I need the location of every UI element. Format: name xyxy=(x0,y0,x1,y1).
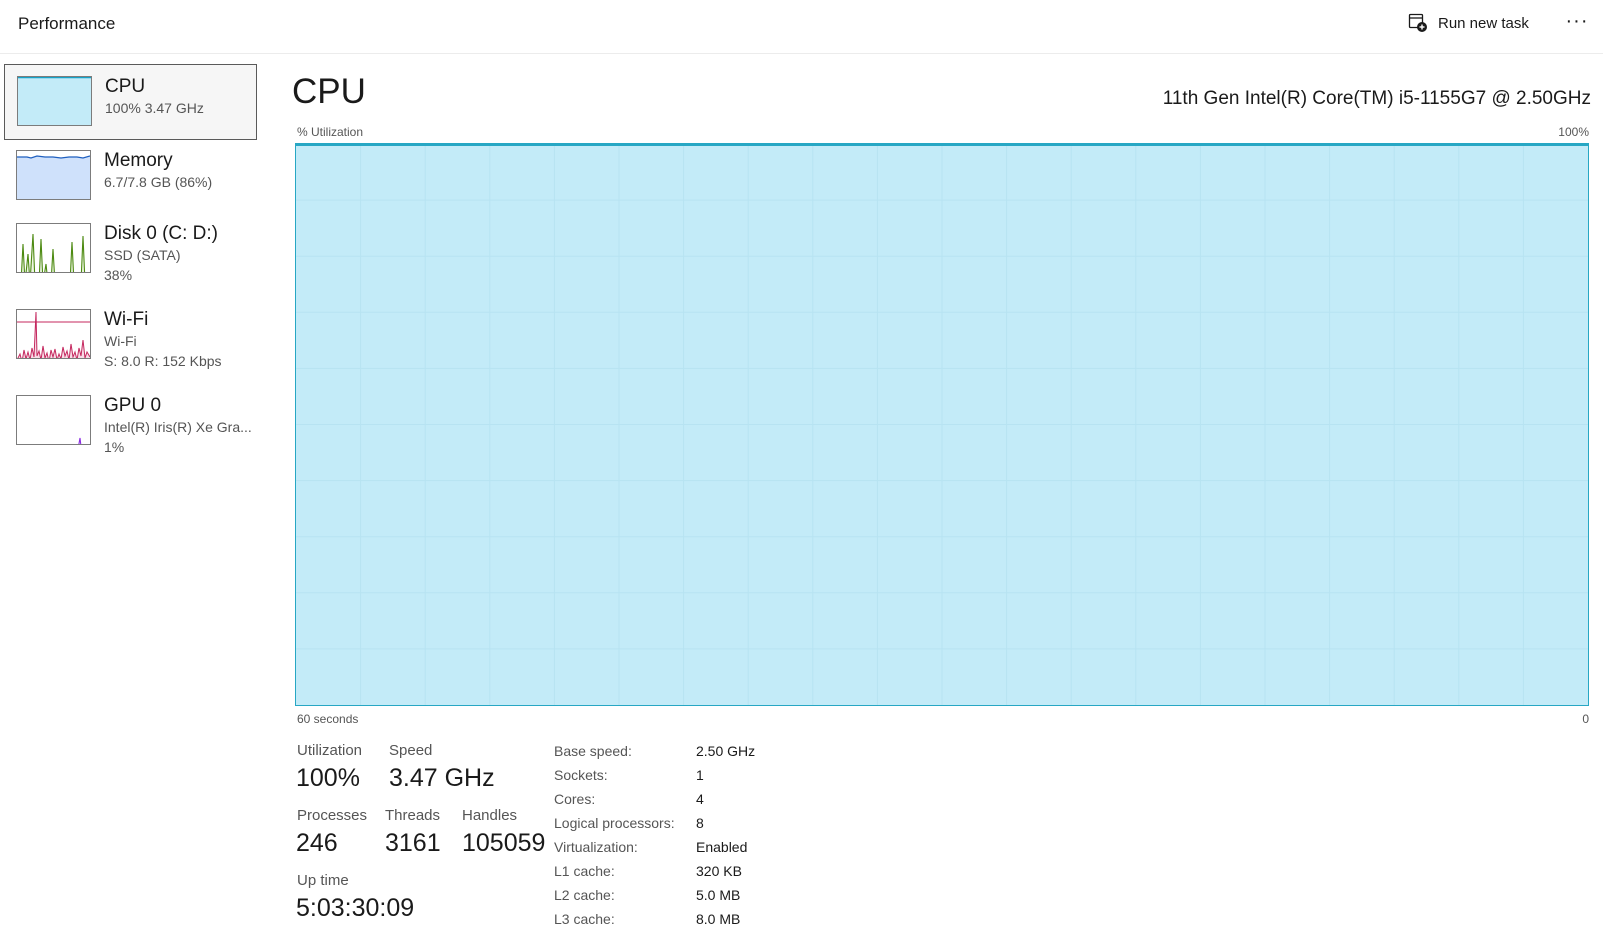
sidebar-item-detail: Intel(R) Iris(R) Xe Gra... xyxy=(104,419,252,435)
sidebar-item-wifi[interactable]: Wi-Fi Wi-Fi S: 8.0 R: 152 Kbps xyxy=(4,298,257,374)
sidebar-item-detail: SSD (SATA) xyxy=(104,247,181,263)
sidebar-item-detail-2: 1% xyxy=(104,439,125,455)
sidebar-item-memory[interactable]: Memory 6.7/7.8 GB (86%) xyxy=(4,139,257,215)
sidebar-item-detail: Wi-Fi xyxy=(104,333,137,349)
processes-label: Processes xyxy=(297,807,368,824)
gpu-thumbnail-line xyxy=(78,437,82,444)
sidebar-item-name: CPU xyxy=(105,76,146,97)
spec-key: L1 cache: xyxy=(554,863,615,879)
memory-thumbnail-fill xyxy=(17,156,90,199)
sidebar-item-name: Memory xyxy=(104,150,173,171)
graph-y-max-label: 100% xyxy=(1558,125,1589,139)
utilization-area xyxy=(296,144,1588,705)
cpu-thumbnail-fill xyxy=(18,77,91,125)
sidebar-item-cpu[interactable]: CPU 100% 3.47 GHz xyxy=(4,64,257,140)
sidebar-item-gpu[interactable]: GPU 0 Intel(R) Iris(R) Xe Gra... 1% xyxy=(4,384,257,460)
cpu-utilization-graph xyxy=(295,143,1589,706)
graph-x-right-label: 0 xyxy=(1582,712,1589,726)
sidebar-item-name: GPU 0 xyxy=(104,395,162,416)
spec-value: 1 xyxy=(696,767,704,783)
uptime-value: 5:03:30:09 xyxy=(296,894,415,922)
sidebar-item-detail: 6.7/7.8 GB (86%) xyxy=(104,174,213,190)
spec-value: 8.0 MB xyxy=(696,911,741,927)
spec-value: Enabled xyxy=(696,839,748,855)
memory-thumbnail-graph xyxy=(16,150,91,200)
more-options-button[interactable]: ··· xyxy=(1560,8,1594,38)
spec-key: Sockets: xyxy=(554,767,608,783)
spec-key: L3 cache: xyxy=(554,911,615,927)
spec-key: L2 cache: xyxy=(554,887,615,903)
sidebar-item-detail: 100% 3.47 GHz xyxy=(105,100,204,116)
spec-value: 5.0 MB xyxy=(696,887,741,903)
handles-label: Handles xyxy=(462,807,518,824)
graph-x-left-label: 60 seconds xyxy=(297,712,359,726)
speed-label: Speed xyxy=(389,742,433,759)
handles-value: 105059 xyxy=(462,829,546,857)
uptime-label: Up time xyxy=(297,872,349,889)
utilization-value: 100% xyxy=(296,764,360,792)
spec-value: 8 xyxy=(696,815,704,831)
speed-value: 3.47 GHz xyxy=(389,764,495,792)
sidebar-item-detail-2: 38% xyxy=(104,267,133,283)
page-title: Performance xyxy=(18,14,116,33)
threads-label: Threads xyxy=(385,807,441,824)
spec-value: 320 KB xyxy=(696,863,742,879)
header-bar: Performance Run new task ··· xyxy=(0,0,1603,54)
gpu-thumbnail-graph xyxy=(16,395,91,445)
utilization-label: Utilization xyxy=(297,742,363,759)
cpu-thumbnail-graph xyxy=(17,76,92,126)
run-new-task-button[interactable]: Run new task xyxy=(1408,10,1529,36)
sidebar-item-name: Disk 0 (C: D:) xyxy=(104,223,218,244)
graph-y-axis-label: % Utilization xyxy=(297,125,364,139)
cpu-model-name: 11th Gen Intel(R) Core(TM) i5-1155G7 @ 2… xyxy=(1162,88,1591,109)
wifi-thumbnail-graph xyxy=(16,309,91,359)
spec-value: 2.50 GHz xyxy=(696,743,756,759)
spec-value: 4 xyxy=(696,791,704,807)
spec-key: Virtualization: xyxy=(554,839,638,855)
sidebar-item-name: Wi-Fi xyxy=(104,309,149,330)
spec-key: Base speed: xyxy=(554,743,632,759)
disk-thumbnail-graph xyxy=(16,223,91,273)
threads-value: 3161 xyxy=(385,829,441,857)
sidebar-item-disk[interactable]: Disk 0 (C: D:) SSD (SATA) 38% xyxy=(4,212,257,288)
resource-title: CPU xyxy=(292,72,366,111)
run-new-task-label: Run new task xyxy=(1438,14,1529,32)
spec-key: Logical processors: xyxy=(554,815,675,831)
run-task-icon xyxy=(1408,13,1427,32)
sidebar-item-detail-2: S: 8.0 R: 152 Kbps xyxy=(104,353,222,369)
spec-key: Cores: xyxy=(554,791,596,807)
cpu-utilization-svg xyxy=(296,144,1588,705)
processes-value: 246 xyxy=(296,829,338,857)
